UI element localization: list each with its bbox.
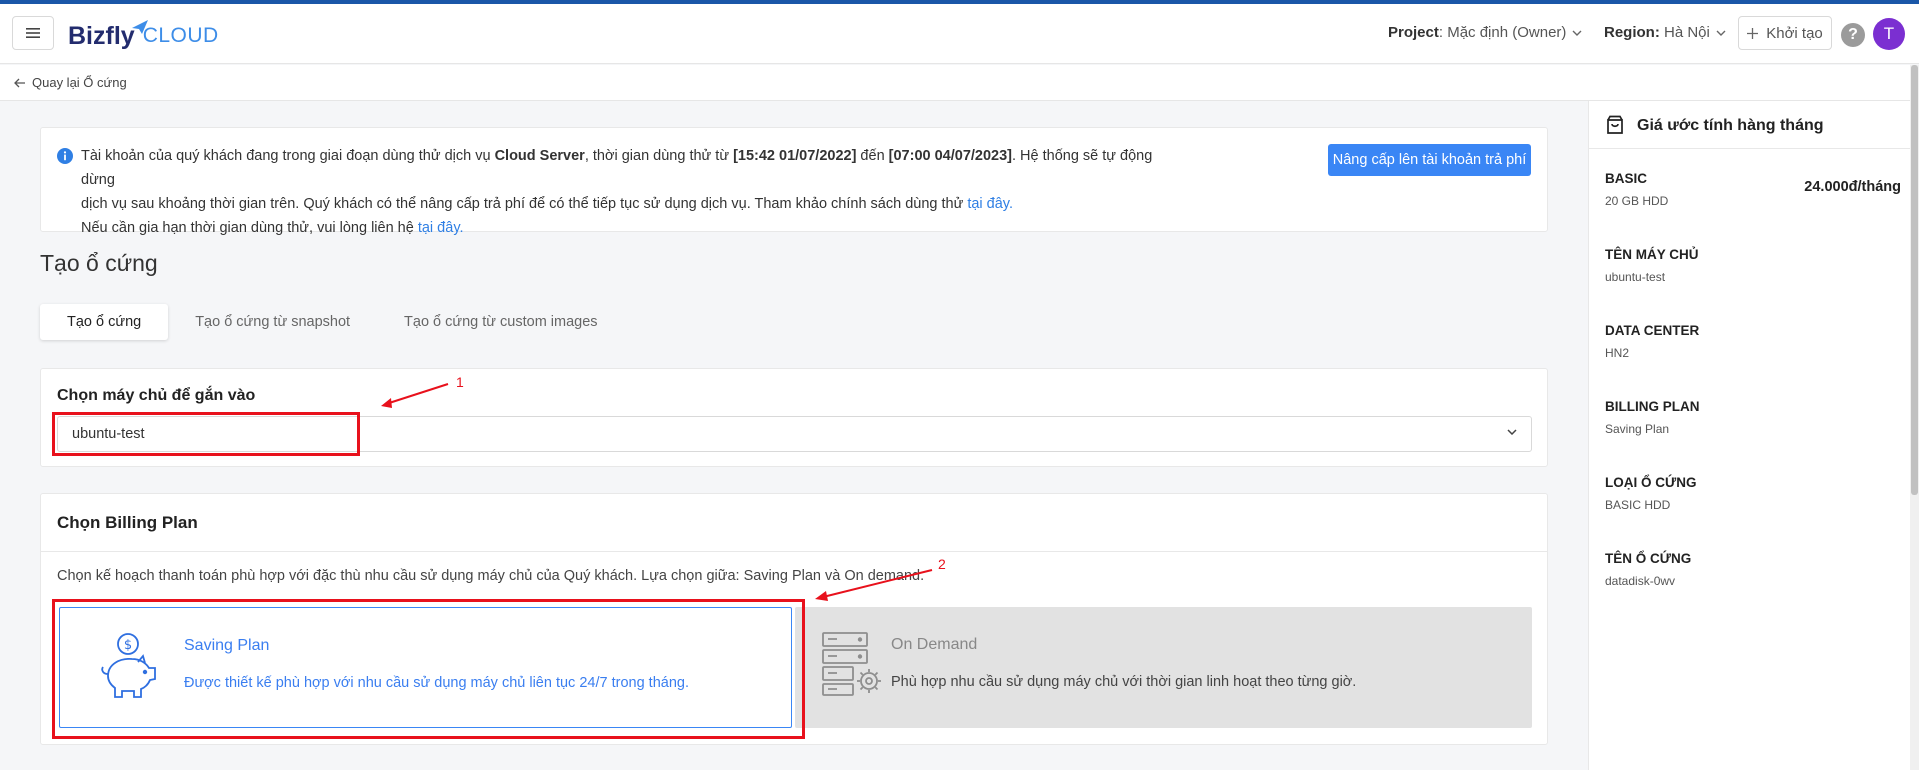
project-label: Project (1388, 24, 1439, 41)
notice-text-part: Tài khoản của quý khách đang trong giai … (81, 148, 495, 164)
summary-value: ubuntu-test (1605, 270, 1666, 284)
notice-trial-end: [07:00 04/07/2023] (888, 148, 1012, 164)
user-avatar[interactable]: T (1873, 18, 1905, 50)
menu-button[interactable] (12, 16, 54, 50)
summary-value: BASIC HDD (1605, 498, 1671, 512)
summary-item-disk-type: LOẠI Ổ CỨNG BASIC HDD (1605, 475, 1901, 512)
tab-create-from-custom-images[interactable]: Tạo ổ cứng từ custom images (377, 304, 625, 340)
on-demand-title: On Demand (891, 636, 978, 653)
summary-item-data-center: DATA CENTER HN2 (1605, 323, 1901, 360)
back-link-label: Quay lại Ổ cứng (32, 75, 127, 90)
region-selector[interactable]: Region: Hà Nội (1604, 24, 1726, 41)
annotation-number-1: 1 (456, 374, 464, 390)
policy-link[interactable]: tại đây. (967, 196, 1013, 212)
logo-brand: Bizfly (68, 21, 135, 50)
summary-key: DATA CENTER (1605, 323, 1700, 338)
annotation-box-2 (52, 599, 805, 739)
logo-cloud: CLOUD (142, 24, 219, 47)
summary-item-server-name: TÊN MÁY CHỦ ubuntu-test (1605, 247, 1901, 284)
notice-text-part: , thời gian dùng thử từ (584, 148, 734, 164)
notice-text: Tài khoản của quý khách đang trong giai … (81, 144, 1181, 240)
bizfly-logo[interactable]: Bizfly CLOUD (68, 16, 219, 56)
annotation-box-1 (52, 412, 360, 456)
page-title: Tạo ổ cứng (40, 250, 158, 276)
create-disk-tabs: Tạo ổ cứng Tạo ổ cứng từ snapshot Tạo ổ … (40, 304, 625, 340)
summary-key: LOẠI Ổ CỨNG (1605, 475, 1697, 490)
info-icon (57, 148, 73, 164)
price-summary-header: Giá ước tính hàng tháng (1589, 101, 1910, 149)
region-label: Region: (1604, 24, 1660, 41)
billing-plan-header: Chọn Billing Plan (41, 494, 1547, 552)
summary-price: 24.000đ/tháng (1804, 179, 1901, 195)
chevron-down-icon (1572, 30, 1582, 36)
create-button-label: Khởi tạo (1766, 24, 1823, 42)
summary-value: 20 GB HDD (1605, 194, 1669, 208)
server-gear-icon (822, 632, 881, 696)
summary-item-disk-name: TÊN Ổ CỨNG datadisk-0wv (1605, 551, 1901, 588)
summary-value: Saving Plan (1605, 422, 1670, 436)
notice-text-part: đến (856, 148, 889, 164)
summary-value: HN2 (1605, 346, 1630, 360)
summary-value: datadisk-0wv (1605, 574, 1676, 588)
project-value: : Mặc định (Owner) (1438, 24, 1567, 41)
on-demand-desc: Phù hợp nhu cầu sử dụng máy chủ với thời… (891, 674, 1357, 690)
hamburger-icon (26, 28, 40, 38)
billing-plan-description: Chọn kế hoạch thanh toán phù hợp với đặc… (57, 568, 925, 584)
contact-link[interactable]: tại đây. (418, 220, 464, 236)
back-link[interactable]: Quay lại Ổ cứng (14, 75, 127, 90)
region-value: Hà Nội (1664, 24, 1710, 41)
breadcrumb: Quay lại Ổ cứng (0, 65, 1919, 101)
notice-trial-start: [15:42 01/07/2022] (733, 148, 857, 164)
price-summary-title: Giá ước tính hàng tháng (1637, 117, 1824, 134)
arrow-left-icon (14, 78, 25, 87)
annotation-number-2: 2 (938, 556, 946, 572)
billing-plan-title: Chọn Billing Plan (57, 513, 198, 532)
create-button[interactable]: Khởi tạo (1738, 16, 1832, 50)
trial-notice: Tài khoản của quý khách đang trong giai … (40, 127, 1548, 236)
on-demand-option[interactable]: On Demand Phù hợp nhu cầu sử dụng máy ch… (795, 607, 1532, 728)
project-selector[interactable]: Project: Mặc định (Owner) (1388, 24, 1582, 41)
app-header: Bizfly CLOUD Project: Mặc định (Owner) R… (0, 4, 1919, 64)
summary-key: BILLING PLAN (1605, 399, 1700, 414)
scrollbar-thumb[interactable] (1911, 65, 1918, 495)
chevron-down-icon (1507, 429, 1517, 435)
summary-item-billing-plan: BILLING PLAN Saving Plan (1605, 399, 1901, 436)
summary-key: TÊN Ổ CỨNG (1605, 551, 1692, 566)
tab-create-from-snapshot[interactable]: Tạo ổ cứng từ snapshot (168, 304, 377, 340)
chevron-down-icon (1716, 30, 1726, 36)
shopping-bag-icon (1607, 115, 1623, 134)
notice-text-part: dịch vụ sau khoảng thời gian trên. Quý k… (81, 196, 968, 212)
price-summary-panel: Giá ước tính hàng tháng BASIC 20 GB HDD … (1588, 101, 1910, 770)
notice-text-part: Nếu cần gia hạn thời gian dùng thử, vui … (81, 220, 418, 236)
summary-item-basic: BASIC 20 GB HDD 24.000đ/tháng (1605, 171, 1901, 208)
server-select-label: Chọn máy chủ để gắn vào (57, 387, 256, 404)
summary-key: TÊN MÁY CHỦ (1605, 247, 1699, 262)
help-icon[interactable]: ? (1841, 23, 1865, 47)
page-scrollbar[interactable] (1910, 65, 1919, 770)
tab-create-disk[interactable]: Tạo ổ cứng (40, 304, 169, 340)
plus-icon (1747, 27, 1759, 39)
notice-service: Cloud Server (494, 148, 585, 164)
upgrade-account-button[interactable]: Nâng cấp lên tài khoản trả phí (1328, 144, 1531, 176)
